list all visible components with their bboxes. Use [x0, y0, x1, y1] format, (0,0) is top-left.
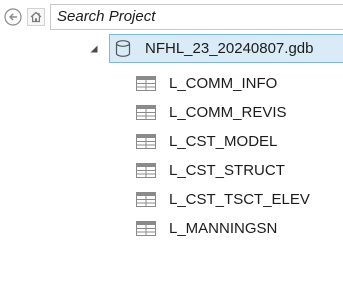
project-tree: NFHL_23_20240807.gdb L_COMM_INFO L_COMM_… — [0, 34, 343, 289]
table-icon — [136, 76, 156, 91]
table-icon — [136, 221, 156, 236]
tree-item-table[interactable]: L_COMM_REVIS — [0, 98, 343, 127]
tree-item-table[interactable]: L_CST_TSCT_ELEV — [0, 185, 343, 214]
tree-item-table[interactable]: L_COMM_INFO — [0, 69, 343, 98]
back-button[interactable] — [4, 8, 22, 26]
home-icon — [30, 11, 42, 23]
home-button[interactable] — [27, 8, 45, 26]
tree-item-table[interactable]: L_CST_MODEL — [0, 127, 343, 156]
catalog-pane: Search Project NFHL_23_20240807.gdb L_CO… — [0, 0, 343, 289]
table-icon — [136, 134, 156, 149]
tree-item-geodatabase[interactable]: NFHL_23_20240807.gdb — [0, 34, 343, 63]
tree-item-label: L_COMM_INFO — [169, 75, 278, 92]
tree-item-label: L_MANNINGSN — [169, 220, 278, 237]
catalog-toolbar: Search Project — [0, 0, 343, 34]
table-icon — [136, 105, 156, 120]
database-icon — [114, 39, 132, 58]
tree-item-table[interactable]: L_CST_STRUCT — [0, 156, 343, 185]
table-icon — [136, 192, 156, 207]
tree-item-label: NFHL_23_20240807.gdb — [145, 40, 314, 57]
tree-item-label: L_COMM_REVIS — [169, 104, 287, 121]
back-arrow-icon — [4, 8, 22, 26]
tree-item-label: L_CST_MODEL — [169, 133, 278, 150]
search-input[interactable]: Search Project — [50, 4, 343, 30]
tree-item-label: L_CST_TSCT_ELEV — [169, 191, 310, 208]
expander-button[interactable] — [88, 42, 100, 54]
tree-item-table[interactable]: L_MANNINGSN — [0, 214, 343, 243]
tree-item-label: L_CST_STRUCT — [169, 162, 285, 179]
table-icon — [136, 163, 156, 178]
expanded-triangle-icon — [90, 45, 98, 53]
